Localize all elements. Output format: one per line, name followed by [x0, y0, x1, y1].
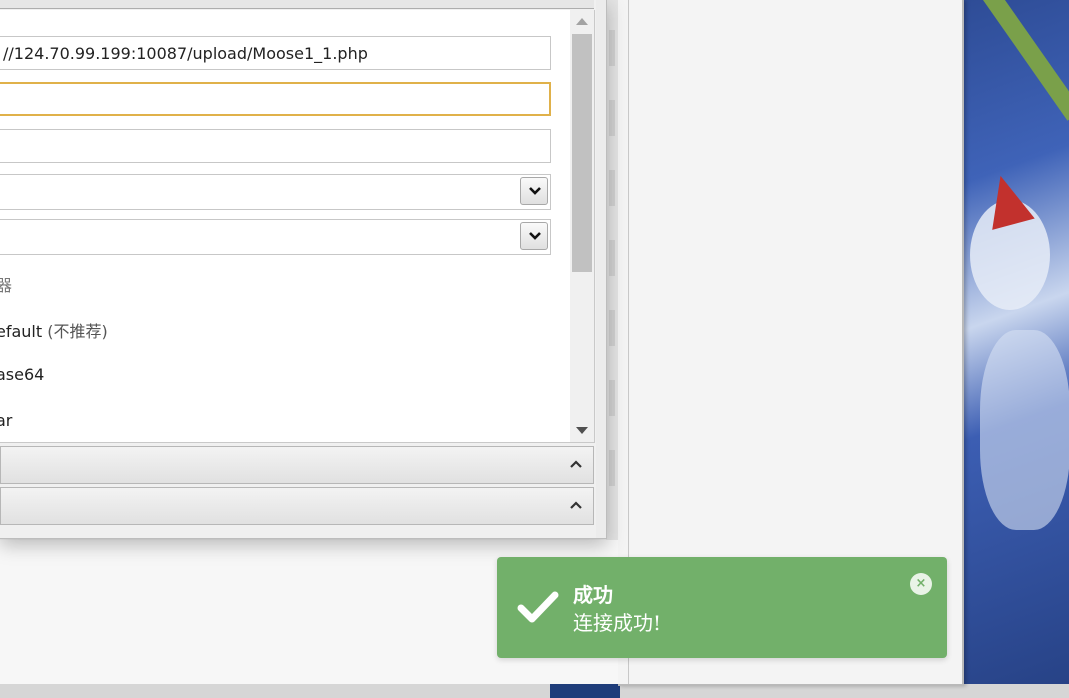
- chevron-up-icon: [570, 501, 582, 509]
- option-label: ase64: [0, 365, 45, 384]
- collapsible-panel-header[interactable]: [0, 446, 594, 484]
- scroll-down-arrow-icon[interactable]: [576, 427, 588, 434]
- checkmark-icon: [517, 591, 559, 623]
- password-input[interactable]: [0, 82, 551, 116]
- taskbar-strip: [0, 684, 1069, 698]
- scroll-up-arrow-icon[interactable]: [576, 18, 588, 25]
- chevron-down-icon: [529, 187, 541, 195]
- select-dropdown-button[interactable]: [520, 177, 548, 205]
- connection-form: //124.70.99.199:10087/upload/Moose1_1.ph…: [0, 10, 595, 443]
- encoding-select[interactable]: [0, 174, 551, 210]
- encoder-option-default[interactable]: efault (不推荐): [0, 318, 108, 342]
- gap-mark: [609, 30, 615, 66]
- gap-mark: [609, 100, 615, 136]
- option-label: ar: [0, 411, 13, 430]
- taskbar-segment: [550, 684, 620, 698]
- wallpaper-stripe: [975, 0, 1069, 121]
- scrollbar-thumb[interactable]: [572, 34, 592, 272]
- desktop-wallpaper: [960, 0, 1069, 698]
- url-input-value: //124.70.99.199:10087/upload/Moose1_1.ph…: [3, 44, 368, 63]
- encoder-option-base64[interactable]: ase64: [0, 365, 44, 384]
- gap-mark: [609, 240, 615, 276]
- text-input[interactable]: [0, 129, 551, 163]
- gap-mark: [609, 170, 615, 206]
- gap-mark: [609, 450, 615, 486]
- wallpaper-shape: [980, 330, 1069, 530]
- toast-title: 成功: [573, 583, 613, 607]
- collapsible-panel-header[interactable]: [0, 487, 594, 525]
- encoder-option-char[interactable]: ar: [0, 411, 12, 430]
- chevron-up-icon: [570, 460, 582, 468]
- gap-mark: [609, 310, 615, 346]
- type-select[interactable]: [0, 219, 551, 255]
- gap-mark: [609, 380, 615, 416]
- form-scrollbar[interactable]: [570, 10, 594, 442]
- url-input[interactable]: //124.70.99.199:10087/upload/Moose1_1.ph…: [0, 36, 551, 70]
- encoder-label: 器: [0, 272, 12, 296]
- dialog-right-edge: [596, 0, 606, 538]
- option-note: (不推荐): [42, 322, 108, 341]
- connection-dialog: //124.70.99.199:10087/upload/Moose1_1.ph…: [0, 0, 607, 539]
- chevron-down-icon: [529, 232, 541, 240]
- success-toast: 成功 连接成功! ×: [497, 557, 947, 658]
- close-icon[interactable]: ×: [910, 573, 932, 595]
- option-label: efault: [0, 322, 43, 341]
- toast-message: 连接成功!: [573, 611, 662, 635]
- dialog-header-edge: [0, 0, 594, 9]
- select-dropdown-button[interactable]: [520, 222, 548, 250]
